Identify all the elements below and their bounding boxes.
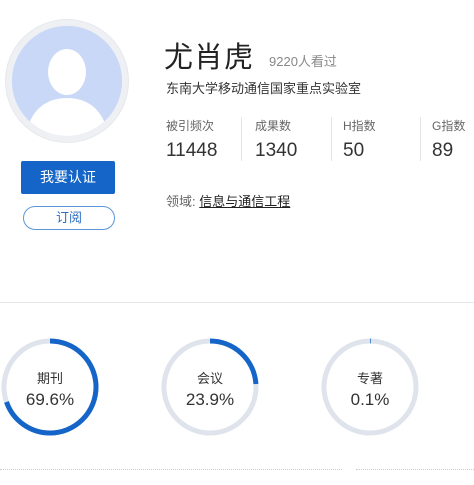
view-count: 9220人看过 bbox=[269, 54, 337, 69]
stat-divider bbox=[331, 117, 332, 161]
scholar-name: 尤肖虎 bbox=[164, 42, 255, 74]
stat-label: G指数 bbox=[432, 119, 466, 133]
field-label: 领域: bbox=[166, 194, 196, 209]
verify-button[interactable]: 我要认证 bbox=[21, 161, 115, 194]
ring-label: 期刊 bbox=[36, 371, 63, 386]
scholar-profile-page: 我要认证 订阅 尤肖虎 9220人看过 东南大学移动通信国家重点实验室 被引频次… bbox=[0, 0, 474, 485]
ring-value: 23.9% bbox=[185, 390, 235, 409]
ring-conference: 会议 23.9% bbox=[159, 336, 261, 438]
stat-value: 50 bbox=[343, 140, 365, 161]
stat-label: 成果数 bbox=[255, 119, 292, 133]
stat-divider bbox=[420, 117, 421, 161]
avatar bbox=[12, 26, 122, 136]
section-divider bbox=[0, 302, 474, 303]
ring-value: 69.6% bbox=[25, 390, 75, 409]
ring-chart bbox=[321, 338, 419, 436]
user-silhouette-icon bbox=[12, 26, 122, 136]
ring-label: 专著 bbox=[356, 371, 383, 386]
subscribe-button[interactable]: 订阅 bbox=[23, 206, 115, 230]
ring-label: 会议 bbox=[196, 371, 223, 386]
stat-label: 被引频次 bbox=[166, 119, 215, 133]
stat-citations: 被引频次 11448 bbox=[166, 117, 217, 163]
avatar-frame bbox=[6, 20, 128, 142]
field-link[interactable]: 信息与通信工程 bbox=[199, 194, 290, 209]
stat-publications: 成果数 1340 bbox=[255, 117, 297, 163]
organization[interactable]: 东南大学移动通信国家重点实验室 bbox=[166, 78, 361, 97]
stat-g-index: G指数 89 bbox=[432, 117, 465, 163]
stat-label: H指数 bbox=[343, 119, 376, 133]
ring-monograph: 专著 0.1% bbox=[319, 336, 421, 438]
ring-chart bbox=[1, 338, 99, 436]
stat-value: 1340 bbox=[255, 140, 298, 161]
stat-value: 89 bbox=[432, 140, 454, 161]
stat-h-index: H指数 50 bbox=[343, 117, 376, 163]
research-field: 领域: 信息与通信工程 bbox=[166, 191, 290, 210]
ring-value: 0.1% bbox=[350, 390, 390, 409]
stat-value: 11448 bbox=[166, 140, 218, 161]
ring-chart bbox=[161, 338, 259, 436]
bottom-divider bbox=[356, 469, 474, 470]
stat-divider bbox=[241, 117, 242, 161]
ring-journal: 期刊 69.6% bbox=[0, 336, 101, 438]
bottom-divider bbox=[0, 469, 342, 470]
